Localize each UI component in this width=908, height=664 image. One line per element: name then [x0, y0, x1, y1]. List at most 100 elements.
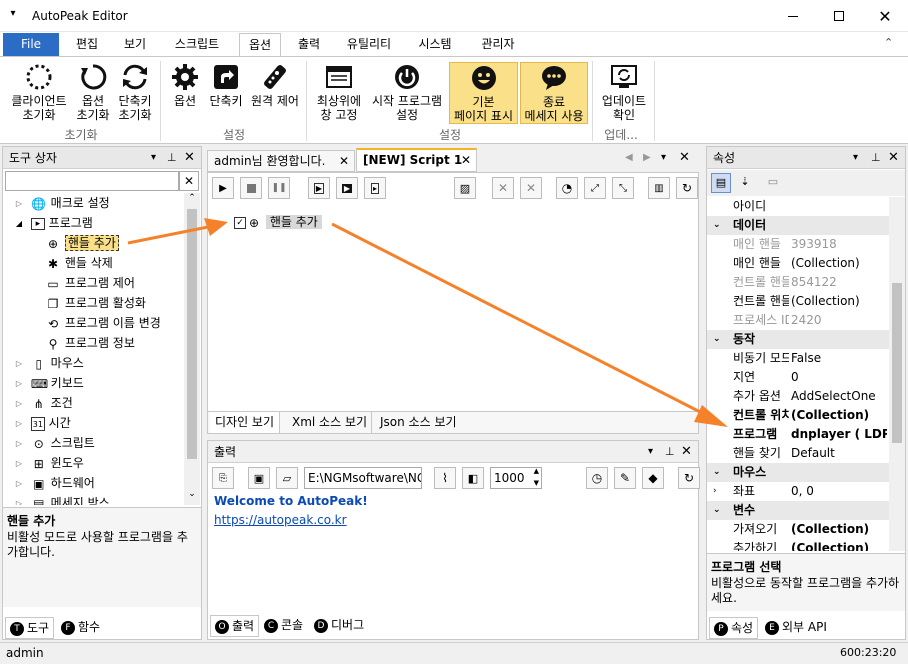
tree-item-program[interactable]: ◢ ▸ 프로그램: [11, 213, 93, 233]
property-row[interactable]: 아이디: [707, 197, 889, 216]
delete-all-button[interactable]: ✕: [520, 177, 542, 199]
scroll-up-icon[interactable]: ⌃: [184, 193, 200, 203]
close-window-button[interactable]: ✕: [862, 0, 908, 32]
website-link[interactable]: https://autopeak.co.kr: [214, 513, 347, 527]
expand-icon[interactable]: ▷: [11, 436, 27, 452]
stop-button[interactable]: [240, 177, 262, 199]
expand-icon[interactable]: ▷: [11, 496, 27, 506]
tab-debug[interactable]: D 디버그: [310, 615, 368, 637]
property-row[interactable]: 매인 핸들 (Collection): [707, 254, 889, 273]
close-icon[interactable]: ✕: [888, 147, 899, 169]
tab-console[interactable]: C 콘솔: [260, 615, 307, 637]
refresh-button[interactable]: ↻: [676, 177, 698, 199]
property-category[interactable]: ⌄ 마우스: [707, 463, 889, 482]
property-category[interactable]: ⌄ 데이터: [707, 216, 889, 235]
reset-hotkeys-button[interactable]: 단축키 초기화: [114, 62, 156, 124]
tree-item-program-rename[interactable]: ⟲ 프로그램 이름 변경: [45, 313, 161, 333]
always-on-top-button[interactable]: 최상위에 창 고정: [312, 62, 366, 124]
dropdown-icon[interactable]: ▾: [853, 147, 858, 169]
property-category[interactable]: ⌄ 동작: [707, 330, 889, 349]
tree-item-mouse[interactable]: ▷ ▯ 마우스: [11, 353, 84, 373]
property-row[interactable]: 추가하기 (Collection): [707, 539, 889, 551]
expand-icon[interactable]: ▷: [11, 356, 27, 372]
categorized-button[interactable]: ▤: [711, 173, 731, 193]
toolbox-search-input[interactable]: [5, 171, 179, 191]
expand-icon[interactable]: ▷: [11, 476, 27, 492]
collapse-icon[interactable]: ⌄: [713, 463, 721, 482]
collapse-icon[interactable]: ⌄: [713, 330, 721, 349]
pin-icon[interactable]: ⊥: [665, 441, 675, 463]
tab-design-view[interactable]: 디자인 보기: [210, 412, 281, 433]
close-editor-icon[interactable]: ✕: [679, 150, 690, 165]
expand-all-button[interactable]: ⤢: [584, 177, 606, 199]
run-button[interactable]: ▶: [212, 177, 234, 199]
collapse-all-button[interactable]: ⤡: [612, 177, 634, 199]
close-tab-icon[interactable]: ✕: [339, 151, 349, 171]
menu-tab-admin[interactable]: 관리자: [470, 33, 526, 56]
pin-icon[interactable]: ⊥: [871, 147, 881, 169]
tree-item-time[interactable]: ▷ 31 시간: [11, 413, 71, 433]
tree-item-remove-handle[interactable]: ✱ 핸들 삭제: [45, 253, 113, 273]
run-step-button[interactable]: ▶: [336, 177, 358, 199]
properties-scrollbar[interactable]: [889, 197, 905, 551]
dropdown-icon[interactable]: ▾: [648, 441, 653, 463]
collapse-icon[interactable]: ◢: [11, 216, 27, 232]
property-row[interactable]: › 좌표 0, 0: [707, 482, 889, 501]
tree-item-keyboard[interactable]: ▷ ⌨ 키보드: [11, 373, 84, 393]
scroll-down-icon[interactable]: ⌄: [184, 489, 200, 499]
check-update-button[interactable]: 업데이트 확인: [598, 62, 650, 124]
brush-button[interactable]: ✎: [614, 467, 636, 489]
menu-tab-script[interactable]: 스크립트: [162, 33, 232, 56]
pause-button[interactable]: ❚❚: [268, 177, 290, 199]
property-row[interactable]: 프로그램 dnplayer ( LDPla: [707, 425, 889, 444]
tree-item-window[interactable]: ▷ ⊞ 윈도우: [11, 453, 84, 473]
tab-next-icon[interactable]: ▶: [643, 152, 651, 163]
run-from-button[interactable]: ▸: [364, 177, 386, 199]
tree-item-program-activate[interactable]: ❐ 프로그램 활성화: [45, 293, 146, 313]
tree-item-add-handle[interactable]: ⊕ 핸들 추가: [45, 233, 119, 253]
delay-stepper[interactable]: 1000 ▲ ▼: [490, 467, 542, 489]
close-tab-icon[interactable]: ✕: [461, 150, 471, 170]
image-button[interactable]: ▨: [454, 177, 476, 199]
tab-functions[interactable]: F 함수: [57, 617, 104, 639]
property-category[interactable]: ⌄ 변수: [707, 501, 889, 520]
reset-options-button[interactable]: 옵션 초기화: [74, 62, 112, 124]
scroll-thumb[interactable]: [187, 209, 197, 459]
eraser-button[interactable]: ◧: [462, 467, 484, 489]
clean-button[interactable]: ⌇: [434, 467, 456, 489]
expand-icon[interactable]: ▷: [11, 196, 27, 212]
options-button[interactable]: 옵션: [166, 62, 204, 124]
log-path-input[interactable]: E:\NGMsoftware\NG: [304, 467, 422, 489]
menu-tab-output[interactable]: 출력: [286, 33, 332, 56]
tab-properties[interactable]: P 속성: [709, 617, 759, 639]
tab-external-api[interactable]: E 외부 API: [761, 617, 831, 639]
script-node-add-handle[interactable]: ✓ ⊕ 핸들 추가: [234, 214, 322, 231]
tree-item-condition[interactable]: ▷ ⋔ 조건: [11, 393, 73, 413]
property-row[interactable]: 프로세스 ID 2420: [707, 311, 889, 330]
hotkeys-button[interactable]: 단축키: [206, 62, 246, 124]
expand-icon[interactable]: ›: [713, 482, 717, 501]
property-row[interactable]: 핸들 찾기 Default: [707, 444, 889, 463]
property-row[interactable]: 가져오기 (Collection): [707, 520, 889, 539]
file-menu[interactable]: File: [3, 33, 59, 56]
tree-item-macro-settings[interactable]: ▷ 🌐 매크로 설정: [11, 193, 110, 213]
collapse-icon[interactable]: ⌄: [713, 501, 721, 520]
close-icon[interactable]: ✕: [681, 441, 692, 463]
property-row[interactable]: 컨트롤 핸들 (Collection): [707, 292, 889, 311]
menu-tab-edit[interactable]: 편집: [64, 33, 110, 56]
tree-item-hardware[interactable]: ▷ ▣ 하드웨어: [11, 473, 95, 493]
expand-icon[interactable]: ▷: [11, 376, 27, 392]
property-row[interactable]: 지연 0: [707, 368, 889, 387]
tab-json-view[interactable]: Json 소스 보기: [376, 412, 461, 433]
scroll-thumb[interactable]: [892, 283, 902, 443]
menu-tab-utility[interactable]: 유틸리티: [338, 33, 400, 56]
fill-button[interactable]: ◆: [642, 467, 664, 489]
exit-message-button[interactable]: 종료 메세지 사용: [520, 62, 588, 124]
collapse-icon[interactable]: ⌄: [713, 216, 721, 235]
menu-tab-view[interactable]: 보기: [112, 33, 158, 56]
maximize-button[interactable]: [816, 0, 862, 32]
open-folder-button[interactable]: ▱: [276, 467, 298, 489]
expand-icon[interactable]: ▷: [11, 456, 27, 472]
show-default-page-button[interactable]: 기본 페이지 표시: [449, 62, 518, 124]
clear-search-button[interactable]: ✕: [179, 171, 199, 191]
